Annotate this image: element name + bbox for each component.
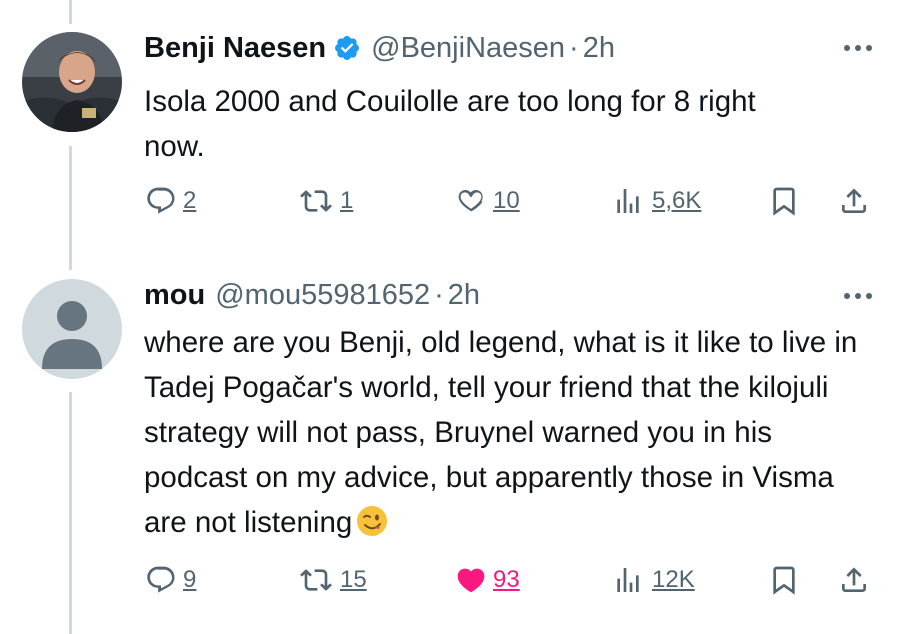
- bookmark-icon: [773, 566, 795, 595]
- timestamp[interactable]: 2h: [448, 279, 480, 312]
- reply-button[interactable]: 9: [145, 564, 196, 596]
- tweet-text: Isola 2000 and Couilolle are too long fo…: [144, 85, 756, 163]
- reply-button[interactable]: 2: [145, 185, 196, 217]
- share-button[interactable]: [838, 564, 870, 596]
- retweet-button[interactable]: 15: [298, 564, 367, 596]
- tweet-text: where are you Benji, old legend, what is…: [144, 326, 858, 539]
- author-name[interactable]: Benji Naesen: [144, 32, 326, 65]
- avatar-benji-naesen[interactable]: [22, 32, 122, 132]
- tweet-text-container: where are you Benji, old legend, what is…: [144, 320, 864, 550]
- thread-line-connector: [69, 146, 72, 270]
- reply-icon: [147, 187, 175, 214]
- more-options-icon[interactable]: [844, 293, 872, 299]
- bookmark-button[interactable]: [768, 564, 800, 596]
- retweet-icon: [300, 569, 332, 591]
- views-count[interactable]: 12K: [652, 566, 695, 594]
- like-count[interactable]: 93: [493, 566, 520, 594]
- winking-face-emoji-icon: [356, 505, 388, 550]
- reply-icon: [147, 566, 175, 593]
- author-name[interactable]: mou: [144, 279, 205, 312]
- share-icon: [842, 567, 866, 592]
- views-chart-icon: [617, 568, 639, 592]
- retweet-count[interactable]: 15: [340, 566, 367, 594]
- heart-icon: [458, 189, 483, 212]
- timestamp[interactable]: 2h: [583, 32, 615, 65]
- separator-dot: ·: [569, 31, 579, 64]
- heart-filled-icon: [457, 568, 485, 593]
- like-button[interactable]: 93: [455, 564, 520, 596]
- author-handle[interactable]: @mou55981652: [215, 279, 430, 312]
- thread-line-bottom: [69, 392, 72, 634]
- views-button[interactable]: 12K: [610, 564, 695, 596]
- author-handle[interactable]: @BenjiNaesen: [371, 32, 565, 65]
- retweet-icon: [300, 190, 332, 212]
- bookmark-button[interactable]: [768, 185, 800, 217]
- bookmark-icon: [773, 187, 795, 216]
- tweet-header: Benji Naesen @BenjiNaesen · 2h: [144, 28, 615, 68]
- separator-dot: ·: [434, 278, 444, 311]
- like-button[interactable]: 10: [455, 185, 520, 217]
- share-icon: [842, 188, 866, 213]
- reply-count[interactable]: 2: [183, 187, 196, 215]
- verified-badge-icon: [333, 34, 361, 62]
- thread-line-top: [69, 0, 72, 24]
- views-button[interactable]: 5,6K: [610, 185, 701, 217]
- avatar-mou[interactable]: [22, 279, 122, 379]
- tweet-header: mou @mou55981652 · 2h: [144, 275, 480, 315]
- views-chart-icon: [617, 189, 639, 213]
- more-options-icon[interactable]: [844, 45, 872, 51]
- views-count[interactable]: 5,6K: [652, 187, 701, 215]
- retweet-button[interactable]: 1: [298, 185, 353, 217]
- share-button[interactable]: [838, 185, 870, 217]
- reply-count[interactable]: 9: [183, 566, 196, 594]
- retweet-count[interactable]: 1: [340, 187, 353, 215]
- like-count[interactable]: 10: [493, 187, 520, 215]
